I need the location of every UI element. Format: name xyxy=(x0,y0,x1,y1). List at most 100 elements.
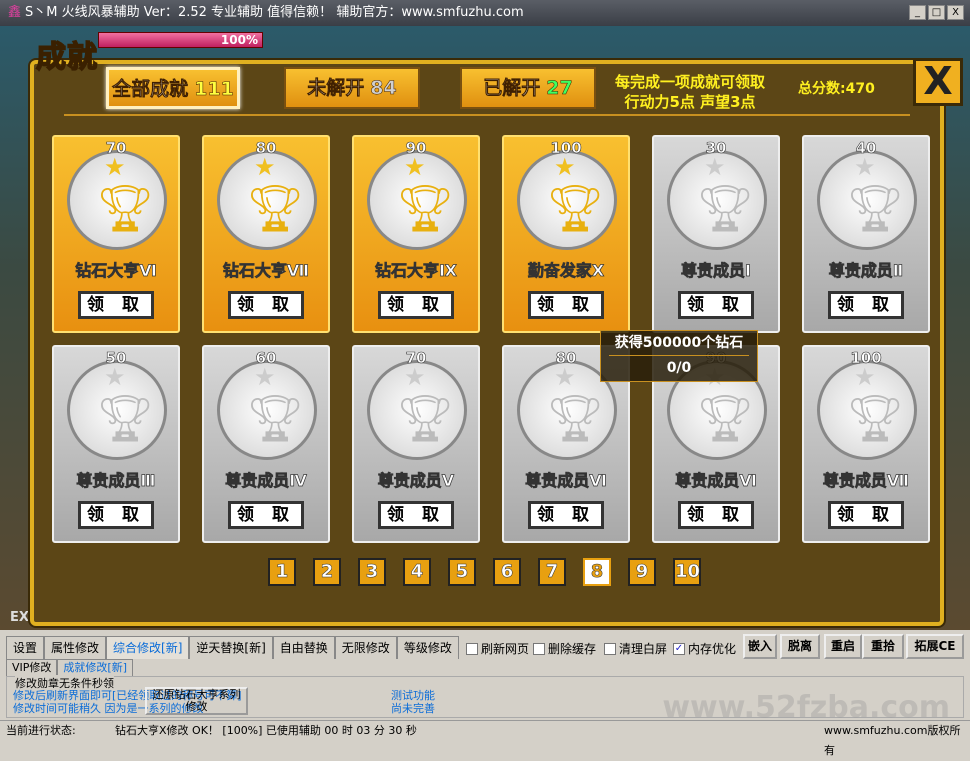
checkbox-box[interactable] xyxy=(604,642,616,655)
tool-button-0[interactable]: 嵌入 xyxy=(743,634,777,659)
claim-button[interactable]: 领 取 xyxy=(828,501,904,529)
star-icon: ★ xyxy=(704,153,726,181)
star-icon: ★ xyxy=(854,363,876,391)
claim-button[interactable]: 领 取 xyxy=(378,501,454,529)
checkbox-1[interactable]: 删除缓存 xyxy=(533,640,596,657)
page-button-9[interactable]: 9 xyxy=(628,558,656,586)
tool-tab-2[interactable]: 综合修改[新] xyxy=(106,636,190,659)
game-area: 100% EXP 0% 成就 X 全部成就111未解开84已解开27 每完成一项… xyxy=(0,26,970,630)
maximize-button[interactable]: □ xyxy=(928,5,945,20)
test-line-1: 测试功能 xyxy=(391,689,435,702)
claim-button[interactable]: 领 取 xyxy=(678,291,754,319)
trophy-icon: 🏆︎ xyxy=(846,391,905,445)
tool-button-1[interactable]: 脱离 xyxy=(780,634,820,659)
page-button-7[interactable]: 7 xyxy=(538,558,566,586)
reward-note: 每完成一项成就可领取 行动力5点 声望3点 xyxy=(590,72,790,112)
achievement-points: 70 xyxy=(405,349,427,368)
checkbox-box[interactable]: ✓ xyxy=(673,642,685,655)
tool-tab-5[interactable]: 无限修改 xyxy=(334,636,397,659)
achievement-name: 尊贵成员Ⅴ xyxy=(377,471,455,491)
claim-button[interactable]: 领 取 xyxy=(228,501,304,529)
checkbox-box[interactable] xyxy=(533,642,545,655)
achievement-card: ★ 🏆︎ 70 尊贵成员Ⅴ 领 取 xyxy=(352,345,480,543)
achievement-name: 尊贵成员Ⅰ xyxy=(681,261,752,281)
checkbox-box[interactable] xyxy=(466,642,478,655)
divider xyxy=(64,114,910,116)
claim-button[interactable]: 领 取 xyxy=(228,291,304,319)
trophy-icon: 🏆︎ xyxy=(696,391,755,445)
star-icon: ★ xyxy=(404,363,426,391)
filter-tab-0[interactable]: 全部成就 111 xyxy=(106,67,240,109)
tool-tab-6[interactable]: 等级修改 xyxy=(396,636,459,659)
trophy-badge: ★🏆︎ xyxy=(367,150,467,250)
trophy-badge: ★🏆︎ xyxy=(367,360,467,460)
page-button-4[interactable]: 4 xyxy=(403,558,431,586)
star-icon: ★ xyxy=(254,153,276,181)
checkbox-3[interactable]: ✓ 内存优化 xyxy=(673,640,736,657)
window-title: S丶M 火线风暴辅助 Ver：2.52 专业辅助 值得信赖！ 辅助官方：www.… xyxy=(25,5,524,20)
status-label: 当前进行状态: xyxy=(6,724,76,737)
trophy-icon: 🏆︎ xyxy=(246,391,305,445)
filter-label: 全部成就 xyxy=(112,78,189,101)
reward-tooltip: 获得500000个钻石 0/0 xyxy=(600,330,758,382)
filter-tab-2[interactable]: 已解开 27 xyxy=(460,67,596,109)
achievement-name: 勤奋发家Ⅹ xyxy=(527,261,605,281)
claim-button[interactable]: 领 取 xyxy=(678,501,754,529)
claim-button[interactable]: 领 取 xyxy=(78,291,154,319)
achievement-points: 100 xyxy=(850,349,882,368)
trophy-badge: ★🏆︎ xyxy=(217,150,317,250)
trophy-icon: 🏆︎ xyxy=(96,181,155,235)
achievement-points: 100 xyxy=(550,139,582,158)
tool-tab-1[interactable]: 属性修改 xyxy=(44,636,107,659)
page-button-5[interactable]: 5 xyxy=(448,558,476,586)
claim-button[interactable]: 领 取 xyxy=(378,291,454,319)
achievement-points: 40 xyxy=(855,139,877,158)
tool-tab-3[interactable]: 逆天替换[新] xyxy=(189,636,273,659)
checkbox-0[interactable]: 刷新网页 xyxy=(466,640,529,657)
tool-button-4[interactable]: 拓展CE xyxy=(906,634,964,659)
tool-tab-0[interactable]: 设置 xyxy=(6,636,45,659)
page-button-6[interactable]: 6 xyxy=(493,558,521,586)
star-icon: ★ xyxy=(254,363,276,391)
claim-button[interactable]: 领 取 xyxy=(78,501,154,529)
test-line-2: 尚未完善 xyxy=(391,702,435,715)
note-line-2: 行动力5点 声望3点 xyxy=(624,93,756,111)
app-logo-icon: 鑫 xyxy=(8,5,22,20)
claim-button[interactable]: 领 取 xyxy=(528,501,604,529)
claim-button[interactable]: 领 取 xyxy=(828,291,904,319)
minimize-button[interactable]: _ xyxy=(909,5,926,20)
page-button-3[interactable]: 3 xyxy=(358,558,386,586)
page-button-10[interactable]: 10 xyxy=(673,558,701,586)
note-line-1: 每完成一项成就可领取 xyxy=(614,73,765,91)
tool-button-2[interactable]: 重启 xyxy=(824,634,862,659)
subtab-1[interactable]: 成就修改[新] xyxy=(57,659,133,676)
checkbox-label: 删除缓存 xyxy=(548,642,597,656)
subtab-0[interactable]: VIP修改 xyxy=(6,659,58,676)
restore-diamond-button[interactable]: 还原钻石大亨系列 修改 xyxy=(145,687,248,715)
achievement-name: 尊贵成员Ⅵ xyxy=(675,471,757,491)
achievement-points: 70 xyxy=(105,139,127,158)
close-window-button[interactable]: X xyxy=(947,5,964,20)
page-button-8[interactable]: 8 xyxy=(583,558,611,586)
checkbox-label: 内存优化 xyxy=(688,642,737,656)
hp-bar: 100% xyxy=(98,32,263,48)
achievement-card: ★ 🏆︎ 80 钻石大亨Ⅶ 领 取 xyxy=(202,135,330,333)
title-bar: 鑫 S丶M 火线风暴辅助 Ver：2.52 专业辅助 值得信赖！ 辅助官方：www… xyxy=(0,0,970,26)
star-icon: ★ xyxy=(104,363,126,391)
star-icon: ★ xyxy=(854,153,876,181)
claim-button[interactable]: 领 取 xyxy=(528,291,604,319)
tool-button-3[interactable]: 重拾 xyxy=(862,634,904,659)
page-button-2[interactable]: 2 xyxy=(313,558,341,586)
filter-label: 未解开 xyxy=(307,77,365,100)
achievement-card: ★ 🏆︎ 90 钻石大亨Ⅸ 领 取 xyxy=(352,135,480,333)
checkbox-2[interactable]: 清理白屏 xyxy=(604,640,667,657)
achievement-name: 钻石大亨Ⅶ xyxy=(222,261,310,281)
star-icon: ★ xyxy=(104,153,126,181)
trophy-badge: ★🏆︎ xyxy=(517,150,617,250)
achievement-card: ★ 🏆︎ 30 尊贵成员Ⅰ 领 取 xyxy=(652,135,780,333)
page-button-1[interactable]: 1 xyxy=(268,558,296,586)
tool-tab-4[interactable]: 自由替换 xyxy=(272,636,335,659)
close-panel-button[interactable]: X xyxy=(913,58,963,106)
trophy-badge: ★🏆︎ xyxy=(67,150,167,250)
filter-tab-1[interactable]: 未解开 84 xyxy=(284,67,420,109)
